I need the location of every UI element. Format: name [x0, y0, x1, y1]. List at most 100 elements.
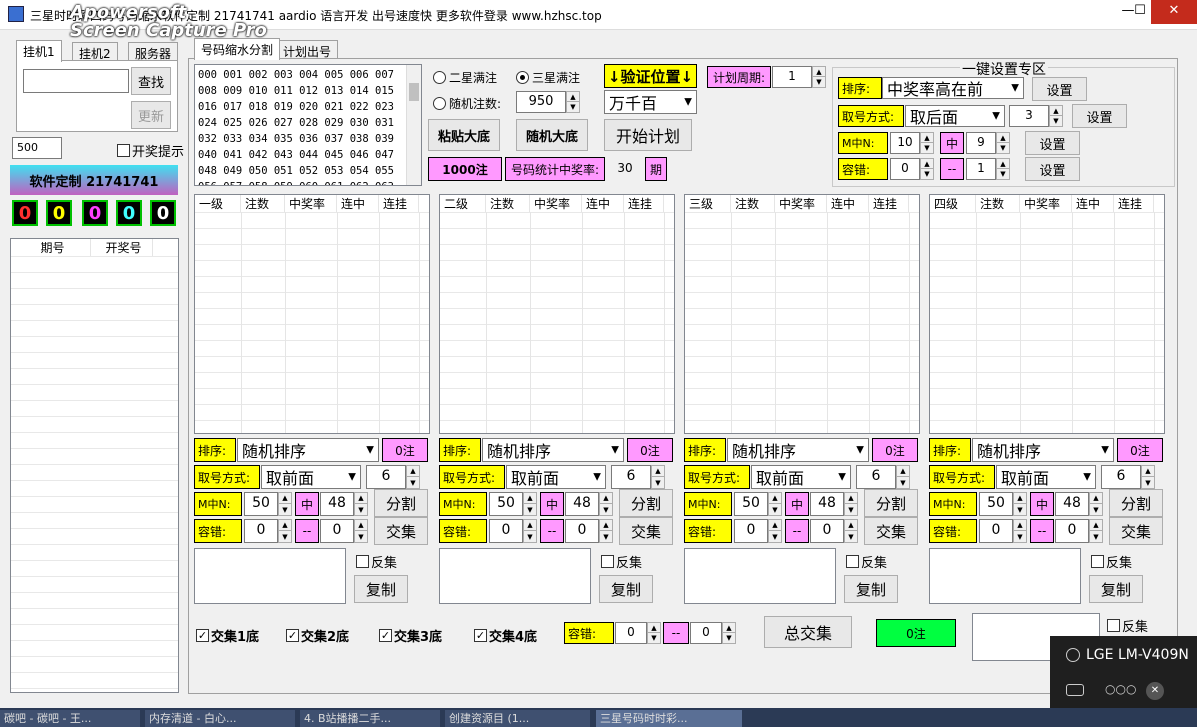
- level-tol-b-spinner[interactable]: ▲ ▼: [599, 519, 613, 543]
- radio-random[interactable]: 随机注数:: [433, 95, 501, 112]
- level-copy-button[interactable]: 复制: [354, 575, 408, 603]
- level-pick-spinner[interactable]: ▲ ▼: [651, 465, 665, 489]
- level-split-button[interactable]: 分割: [864, 489, 918, 517]
- device-notification[interactable]: LGE LM-V409N ○○○ ✕: [1050, 636, 1197, 708]
- cross1-checkbox[interactable]: ✓ 交集1底: [196, 626, 259, 645]
- tab-split[interactable]: 号码缩水分割: [194, 38, 281, 60]
- close-button[interactable]: ✕: [1151, 0, 1197, 24]
- level-pick-combo[interactable]: 取前面 ▼: [996, 465, 1096, 489]
- level-pick-spinner[interactable]: ▲ ▼: [896, 465, 910, 489]
- level-tol-a-input[interactable]: 0: [979, 519, 1013, 543]
- bottom-tol-b-input[interactable]: 0: [690, 622, 722, 644]
- level-pick-spinner[interactable]: ▲ ▼: [1141, 465, 1155, 489]
- plan-period-spinner[interactable]: ▲ ▼: [812, 66, 826, 88]
- level-tol-a-input[interactable]: 0: [244, 519, 278, 543]
- level-output-box[interactable]: [194, 548, 346, 604]
- radio-three-star[interactable]: 三星满注: [516, 69, 580, 86]
- random-count-input[interactable]: 950: [516, 91, 566, 113]
- level-sort-combo[interactable]: 随机排序 ▼: [727, 438, 869, 462]
- onekey-tol-a-spinner[interactable]: ▲ ▼: [920, 158, 934, 180]
- level-intersect-button[interactable]: 交集: [1109, 517, 1163, 545]
- numbers-box[interactable]: 000 001 002 003 004 005 006 007 008 009 …: [194, 64, 422, 186]
- level-output-box[interactable]: [684, 548, 836, 604]
- level-reverse-checkbox[interactable]: 反集: [601, 552, 642, 571]
- numbers-scrollbar[interactable]: [406, 65, 421, 185]
- level-reverse-checkbox[interactable]: 反集: [1091, 552, 1132, 571]
- level-tol-b-spinner[interactable]: ▲ ▼: [1089, 519, 1103, 543]
- radio-two-star[interactable]: 二星满注: [433, 69, 497, 86]
- total-intersect-button[interactable]: 总交集: [764, 616, 852, 648]
- random-base-button[interactable]: 随机大底: [516, 119, 588, 151]
- level-tol-b-input[interactable]: 0: [1055, 519, 1089, 543]
- plan-period-input[interactable]: 1: [772, 66, 812, 88]
- onekey-sort-set-button[interactable]: 设置: [1032, 77, 1087, 101]
- level-tol-a-input[interactable]: 0: [489, 519, 523, 543]
- level-m-spinner[interactable]: ▲ ▼: [1013, 492, 1027, 516]
- bottom-tol-a-spinner[interactable]: ▲ ▼: [647, 622, 661, 644]
- level-pick-combo[interactable]: 取前面 ▼: [261, 465, 361, 489]
- level-n-input[interactable]: 48: [1055, 492, 1089, 516]
- level-output-box[interactable]: [929, 548, 1081, 604]
- level-intersect-button[interactable]: 交集: [864, 517, 918, 545]
- onekey-pick-set-button[interactable]: 设置: [1072, 104, 1127, 128]
- level-m-spinner[interactable]: ▲ ▼: [278, 492, 292, 516]
- level-copy-button[interactable]: 复制: [599, 575, 653, 603]
- level-result-table[interactable]: 三级 注数 中奖率 连中 连挂: [684, 194, 920, 434]
- onekey-m-input[interactable]: 10: [890, 132, 920, 154]
- onekey-m-spinner[interactable]: ▲ ▼: [920, 132, 934, 154]
- onekey-sort-combo[interactable]: 中奖率高在前 ▼: [882, 77, 1024, 99]
- level-split-button[interactable]: 分割: [619, 489, 673, 517]
- paste-base-button[interactable]: 粘贴大底: [428, 119, 500, 151]
- level-m-input[interactable]: 50: [979, 492, 1013, 516]
- level-pick-combo[interactable]: 取前面 ▼: [506, 465, 606, 489]
- cross3-checkbox[interactable]: ✓ 交集3底: [379, 626, 442, 645]
- onekey-tol-b-spinner[interactable]: ▲ ▼: [996, 158, 1010, 180]
- level-tol-b-input[interactable]: 0: [320, 519, 354, 543]
- total-reverse-checkbox[interactable]: 反集: [1107, 616, 1148, 635]
- level-pick-num-input[interactable]: 6: [366, 465, 406, 489]
- level-m-input[interactable]: 50: [734, 492, 768, 516]
- random-count-spinner[interactable]: ▲ ▼: [566, 91, 580, 113]
- close-icon[interactable]: ✕: [1146, 682, 1164, 700]
- onekey-n-input[interactable]: 9: [966, 132, 996, 154]
- level-intersect-button[interactable]: 交集: [619, 517, 673, 545]
- level-sort-combo[interactable]: 随机排序 ▼: [482, 438, 624, 462]
- level-tol-b-input[interactable]: 0: [565, 519, 599, 543]
- onekey-pick-spinner[interactable]: ▲ ▼: [1049, 105, 1063, 127]
- level-tol-a-spinner[interactable]: ▲ ▼: [278, 519, 292, 543]
- level-tol-a-spinner[interactable]: ▲ ▼: [768, 519, 782, 543]
- start-plan-button[interactable]: 开始计划: [604, 119, 692, 151]
- taskbar-item[interactable]: 内存清道 - 白心...: [145, 710, 295, 727]
- tab-server[interactable]: 服务器: [128, 42, 179, 62]
- level-reverse-checkbox[interactable]: 反集: [846, 552, 887, 571]
- level-reverse-checkbox[interactable]: 反集: [356, 552, 397, 571]
- cross2-checkbox[interactable]: ✓ 交集2底: [286, 626, 349, 645]
- onekey-mn-set-button[interactable]: 设置: [1025, 131, 1080, 155]
- draw-history-table[interactable]: 期号 开奖号: [10, 238, 179, 693]
- message-icon[interactable]: [1066, 684, 1084, 696]
- onekey-tol-b-input[interactable]: 1: [966, 158, 996, 180]
- level-m-spinner[interactable]: ▲ ▼: [768, 492, 782, 516]
- maximize-button[interactable]: ☐: [1128, 0, 1152, 24]
- position-combo[interactable]: 万千百 ▼: [604, 90, 697, 114]
- level-n-input[interactable]: 48: [565, 492, 599, 516]
- tab-guaji1[interactable]: 挂机1: [16, 40, 62, 62]
- level-tol-b-input[interactable]: 0: [810, 519, 844, 543]
- level-split-button[interactable]: 分割: [1109, 489, 1163, 517]
- level-copy-button[interactable]: 复制: [1089, 575, 1143, 603]
- search-input[interactable]: [23, 69, 129, 93]
- level-m-spinner[interactable]: ▲ ▼: [523, 492, 537, 516]
- level-m-input[interactable]: 50: [489, 492, 523, 516]
- onekey-tol-a-input[interactable]: 0: [890, 158, 920, 180]
- level-pick-num-input[interactable]: 6: [1101, 465, 1141, 489]
- level-result-table[interactable]: 二级 注数 中奖率 连中 连挂: [439, 194, 675, 434]
- level-tol-a-spinner[interactable]: ▲ ▼: [1013, 519, 1027, 543]
- level-tol-a-spinner[interactable]: ▲ ▼: [523, 519, 537, 543]
- level-split-button[interactable]: 分割: [374, 489, 428, 517]
- cross4-checkbox[interactable]: ✓ 交集4底: [474, 626, 537, 645]
- update-button[interactable]: 更新: [131, 101, 171, 129]
- onekey-pick-combo[interactable]: 取后面 ▼: [905, 105, 1005, 127]
- level-n-spinner[interactable]: ▲ ▼: [354, 492, 368, 516]
- taskbar-item[interactable]: 碳吧 - 碳吧 - 王...: [0, 710, 140, 727]
- level-sort-combo[interactable]: 随机排序 ▼: [237, 438, 379, 462]
